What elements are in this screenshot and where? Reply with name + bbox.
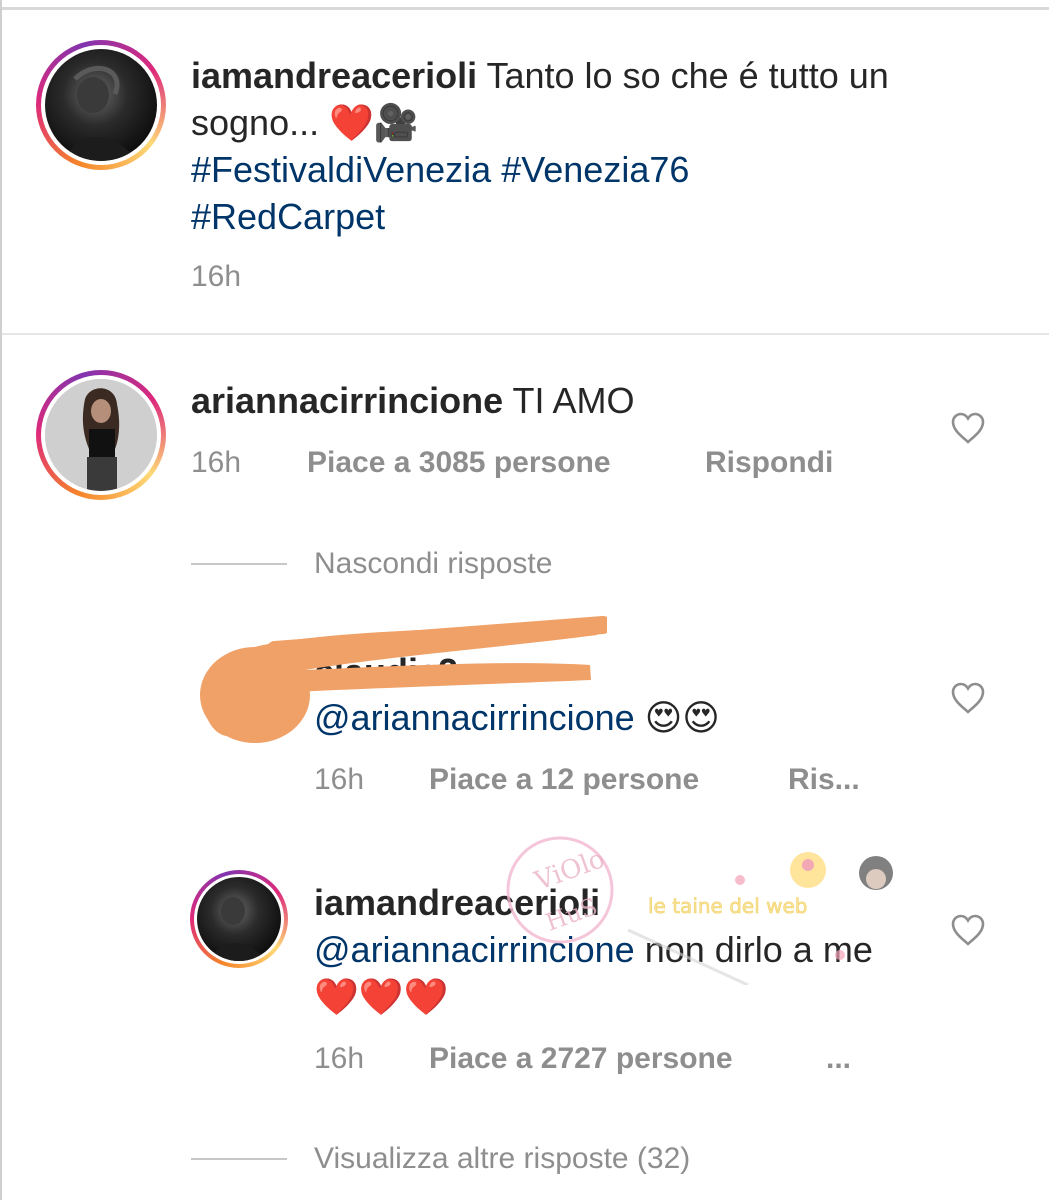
- svg-text:ViOlo: ViOlo: [530, 844, 609, 897]
- comment-likes[interactable]: Piace a 3085 persone: [307, 446, 611, 480]
- avatar-photo: [45, 49, 157, 161]
- divider: [2, 333, 1049, 335]
- reply-author-avatar[interactable]: [190, 870, 288, 968]
- watermark-logo: ViOlo HuS le taine del web: [506, 836, 893, 985]
- caption-emojis: ❤️🎥: [329, 102, 419, 143]
- avatar-photo: [197, 877, 281, 961]
- thread-line: [191, 1158, 287, 1160]
- more-options-button[interactable]: ...: [826, 1042, 851, 1076]
- post-author-username[interactable]: iamandreacerioli: [191, 55, 477, 96]
- commenter-avatar[interactable]: [36, 370, 166, 500]
- post-time: 16h: [191, 260, 242, 293]
- post-caption: iamandreacerioli Tanto lo so che é tutto…: [191, 52, 951, 240]
- comment-time: 16h: [191, 446, 242, 479]
- reply-likes[interactable]: Piace a 12 persone: [429, 763, 699, 797]
- reply-likes[interactable]: Piace a 2727 persone: [429, 1042, 733, 1076]
- avatar-photo: [45, 379, 157, 491]
- comment-text: TI AMO: [503, 380, 635, 421]
- reply-body: @ariannacirrincione 😍😍: [314, 694, 720, 741]
- reply-time: 16h: [314, 763, 365, 796]
- reply-emojis: 😍😍: [644, 697, 720, 738]
- reply-button[interactable]: Ris...: [788, 763, 860, 797]
- like-heart-icon[interactable]: [950, 411, 986, 445]
- mention-link[interactable]: @ariannacirrincione: [314, 697, 635, 738]
- left-edge: [0, 0, 2, 1200]
- reply-emojis: ❤️❤️❤️: [314, 976, 449, 1017]
- like-heart-icon[interactable]: [950, 913, 986, 947]
- hashtag-venezia76[interactable]: #Venezia76: [501, 149, 689, 190]
- svg-text:le taine del web: le taine del web: [648, 894, 807, 918]
- view-more-replies-button[interactable]: Visualizza altre risposte (32): [314, 1142, 690, 1176]
- hide-replies-button[interactable]: Nascondi risposte: [314, 547, 552, 581]
- reply-time: 16h: [314, 1042, 365, 1075]
- reply-button[interactable]: Rispondi: [705, 446, 833, 480]
- hashtag-festival[interactable]: #FestivaldiVenezia: [191, 149, 491, 190]
- top-border: [0, 0, 1049, 10]
- like-heart-icon[interactable]: [950, 681, 986, 715]
- hashtag-redcarpet[interactable]: #RedCarpet: [191, 196, 385, 237]
- post-author-avatar[interactable]: [36, 40, 166, 170]
- commenter-username[interactable]: ariannacirrincione: [191, 380, 503, 421]
- comment-body: ariannacirrincione TI AMO: [191, 377, 635, 424]
- thread-line: [191, 563, 287, 565]
